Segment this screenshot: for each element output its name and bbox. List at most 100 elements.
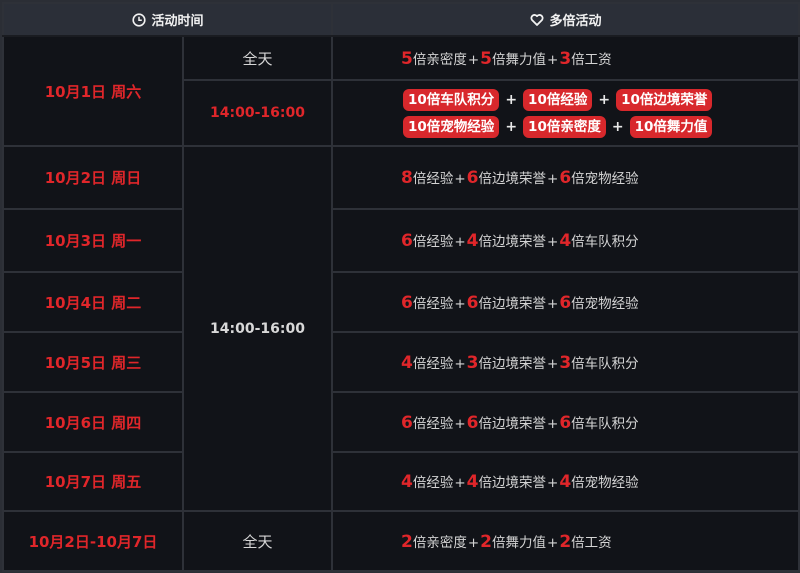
activity-name: 倍边境荣誉 [478,234,547,250]
date-cell: 10月6日 周四 [2,391,184,453]
date-cell: 10月2日-10月7日 [2,510,184,572]
activity-badge: 10倍舞力值 [629,115,713,138]
multiplier: 6 [466,292,479,313]
table-row: 10月1日 周六 全天 5倍亲密度+5倍舞力值+3倍工资 [2,35,800,147]
multiplier: 6 [401,231,413,251]
activity-cell: 6倍经验+6倍边境荣誉+6倍车队积分 [331,391,800,453]
multiplier: 4 [401,352,413,373]
activity-name: 倍舞力值 [492,51,547,68]
activity-cell: 4倍经验+4倍边境荣誉+4倍宠物经验 [331,451,800,512]
activity-name: 倍边境荣誉 [478,355,547,372]
table-row: 10月3日 周一 6倍经验+4倍边境荣誉+4倍车队积分 [2,208,800,273]
plus-sign: + [454,355,466,372]
multiplier: 3 [559,352,572,373]
activity-badge: 10倍亲密度 [523,115,606,138]
plus-sign: + [547,534,559,551]
badge-activity-cell: 10倍车队积分 +10倍经验 +10倍边境荣誉 10倍宠物经验 +10倍亲密度 +10倍… [331,79,800,147]
activity-cell: 4倍经验+3倍边境荣誉+3倍车队积分 [331,331,800,393]
header-activity: 多倍活动 [331,2,800,37]
plus-sign: + [547,171,559,187]
activity-cell: 6倍经验+6倍边境荣誉+6倍宠物经验 [331,271,800,333]
plus-sign: + [467,51,480,68]
activity-name: 倍经验 [412,475,454,491]
plus-sign: + [547,295,559,312]
multiplier: 2 [559,531,572,552]
plus-sign: + [547,355,559,372]
activity-name: 倍车队积分 [571,355,639,372]
badge-line: 10倍宠物经验 +10倍亲密度 +10倍舞力值 [403,113,798,140]
multiplier: 6 [401,412,413,433]
activity-name: 倍边境荣誉 [478,295,547,312]
plus-sign: + [454,415,466,432]
plus-sign: + [547,475,559,491]
activity-cell: 2倍亲密度+2倍舞力值+2倍工资 [331,510,800,572]
time-cell: 14:00-16:00 [181,79,334,147]
activity-name: 倍边境荣誉 [478,171,547,187]
activity-schedule: 活动时间 多倍活动 10月1日 周六 全天 5倍亲密度+5倍舞力值+3倍工资 1… [0,0,800,573]
activity-name: 倍车队积分 [571,415,639,432]
activity-cell: 8倍经验+6倍边境荣誉+6倍宠物经验 [331,145,800,210]
activity-name: 倍工资 [571,534,612,551]
multiplier: 4 [559,472,572,492]
plus-sign: + [454,475,466,491]
activity-name: 倍车队积分 [571,234,639,250]
activity-badge: 10倍宠物经验 [403,115,500,138]
table-row: 10月6日 周四 6倍经验+6倍边境荣誉+6倍车队积分 [2,391,800,453]
multiplier: 4 [466,231,479,251]
activity-name: 倍宠物经验 [571,171,639,187]
header-time-label: 活动时间 [151,14,204,29]
date-cell: 10月1日 周六 [2,35,184,147]
date-cell: 10月2日 周日 [2,145,184,210]
multiplier: 8 [401,168,413,188]
plus-sign: + [505,118,518,135]
table-row: 10月5日 周三 4倍经验+3倍边境荣誉+3倍车队积分 [2,331,800,393]
activity-name: 倍宠物经验 [571,295,639,312]
activity-name: 倍经验 [412,295,454,312]
plus-sign: + [505,91,518,108]
activity-name: 倍宠物经验 [571,475,639,491]
activity-name: 倍经验 [412,415,454,432]
multiplier: 6 [559,412,572,433]
plus-sign: + [547,51,559,68]
multiplier: 4 [466,472,479,492]
multiplier: 2 [480,531,493,552]
heart-icon [530,14,543,26]
plus-sign: + [598,91,611,108]
activity-badge: 10倍经验 [523,88,593,111]
plus-sign: + [454,171,466,187]
activity-name: 倍经验 [412,234,454,250]
activity-name: 倍舞力值 [492,534,547,551]
activity-name: 倍边境荣誉 [478,415,547,432]
activity-name: 倍经验 [412,171,454,187]
activity-badge: 10倍边境荣誉 [616,88,713,111]
multiplier: 6 [466,412,479,433]
badge-line: 10倍车队积分 +10倍经验 +10倍边境荣誉 [403,86,798,113]
activity-cell: 6倍经验+4倍边境荣誉+4倍车队积分 [331,208,800,273]
plus-sign: + [547,234,559,250]
multiplier: 2 [401,531,413,552]
header-row: 活动时间 多倍活动 [1,2,800,37]
shared-time-cell: 14:00-16:00 [181,145,334,512]
multiplier: 3 [466,352,479,373]
plus-sign: + [467,534,480,551]
multiplier: 6 [466,168,479,188]
plus-sign: + [454,234,466,250]
multiplier: 3 [559,48,572,69]
multiplier: 6 [559,168,572,188]
multiplier: 4 [559,231,572,251]
multiplier: 6 [401,292,413,313]
activity-name: 倍工资 [571,51,612,68]
multiplier: 5 [480,48,493,69]
header-time: 活动时间 [1,2,334,37]
plus-sign: + [547,415,559,432]
plus-sign: + [611,118,624,135]
table-row: 10月4日 周二 6倍经验+6倍边境荣誉+6倍宠物经验 [2,271,800,333]
activity-cell: 5倍亲密度+5倍舞力值+3倍工资 [331,35,800,81]
multiplier: 6 [559,292,572,313]
header-activity-label: 多倍活动 [549,14,602,29]
time-cell: 全天 [181,510,334,572]
time-cell: 全天 [181,35,334,81]
table-row: 10月7日 周五 4倍经验+4倍边境荣誉+4倍宠物经验 [2,451,800,512]
table-row: 10月2日-10月7日 全天 2倍亲密度+2倍舞力值+2倍工资 [2,510,800,572]
clock-icon [131,13,146,27]
